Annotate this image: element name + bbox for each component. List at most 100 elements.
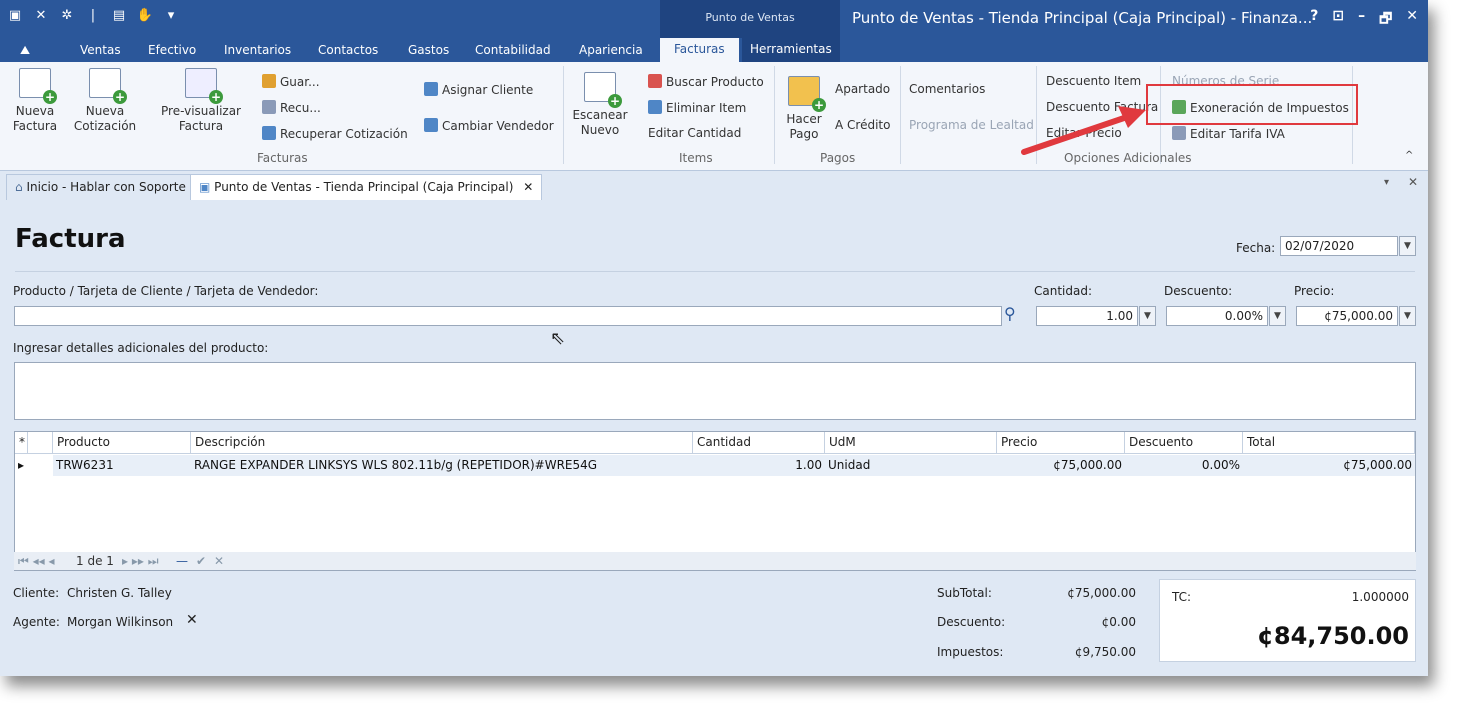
restore-button[interactable]: 🗗 bbox=[1379, 8, 1392, 32]
cell-udm[interactable]: Unidad bbox=[825, 455, 997, 476]
nav-add-icon[interactable]: — bbox=[176, 554, 188, 568]
escanear-nuevo-button[interactable]: Escanear Nuevo bbox=[572, 72, 628, 138]
cantidad-spin-icon[interactable]: ▼ bbox=[1139, 306, 1156, 326]
app-window: ▣ ✕ ✲ | ▤ ✋ ▾ Punto de Ventas Punto de V… bbox=[0, 0, 1428, 676]
pager-text: 1 de 1 bbox=[76, 554, 114, 568]
close-button[interactable]: ✕ bbox=[1406, 8, 1418, 32]
divider bbox=[15, 271, 1415, 272]
tab-herramientas[interactable]: Herramientas bbox=[742, 38, 840, 62]
editar-tarifa-label: Editar Tarifa IVA bbox=[1190, 127, 1285, 141]
tab-inicio[interactable]: ⌂ Inicio - Hablar con Soporte bbox=[6, 174, 195, 200]
editar-tarifa-iva-button[interactable]: Editar Tarifa IVA bbox=[1172, 126, 1285, 141]
remove-agent-icon[interactable]: ✕ bbox=[186, 612, 198, 628]
ribbon: Nueva Factura Nueva Cotización Pre-visua… bbox=[0, 62, 1428, 171]
descuento-item-button[interactable]: Descuento Item bbox=[1046, 74, 1141, 88]
producto-input[interactable] bbox=[14, 306, 1002, 326]
col-descuento[interactable]: Descuento bbox=[1125, 432, 1243, 454]
fecha-input[interactable]: 02/07/2020 bbox=[1280, 236, 1398, 256]
collapse-ribbon-icon[interactable]: ^ bbox=[1405, 150, 1413, 161]
tab-punto-de-ventas[interactable]: ▣ Punto de Ventas - Tienda Principal (Ca… bbox=[190, 174, 543, 200]
tab-pos-label: Punto de Ventas - Tienda Principal (Caja… bbox=[214, 180, 514, 194]
col-udm[interactable]: UdM bbox=[825, 432, 997, 454]
grid-indicator-header bbox=[28, 432, 53, 454]
tools-icon[interactable]: ✕ bbox=[32, 8, 50, 23]
descuento-label: Descuento: bbox=[1164, 284, 1233, 298]
cell-descripcion[interactable]: RANGE EXPANDER LINKSYS WLS 802.11b/g (RE… bbox=[191, 455, 693, 476]
hacer-pago-button[interactable]: Hacer Pago bbox=[784, 76, 826, 142]
precio-spin-icon[interactable]: ▼ bbox=[1399, 306, 1416, 326]
customize-qat-icon[interactable]: ▾ bbox=[162, 8, 180, 23]
recuperar-cotizacion-button[interactable]: Recuperar Cotización bbox=[262, 126, 408, 141]
close-tab-icon[interactable]: ✕ bbox=[523, 180, 533, 194]
assign-client-icon bbox=[424, 82, 438, 96]
invoice-form: Factura Fecha: 02/07/2020 ▼ Producto / T… bbox=[0, 200, 1428, 676]
col-total[interactable]: Total bbox=[1243, 432, 1415, 454]
a-credito-button[interactable]: A Crédito bbox=[835, 118, 890, 132]
ribbon-display-button[interactable]: ⊡ bbox=[1332, 8, 1344, 32]
nueva-cotizacion-label-2: Cotización bbox=[73, 119, 137, 133]
nueva-cotizacion-button[interactable]: Nueva Cotización bbox=[70, 68, 140, 134]
close-doc-icon[interactable]: ✕ bbox=[1408, 175, 1418, 189]
detalles-textarea[interactable] bbox=[14, 362, 1416, 420]
eliminar-item-button[interactable]: Eliminar Item bbox=[648, 100, 746, 115]
nav-first-icon[interactable]: ⏮ ◂◂ ◂ bbox=[18, 554, 55, 569]
nav-check-icon[interactable]: ✔ bbox=[196, 554, 206, 568]
tab-ventas[interactable]: Ventas bbox=[80, 43, 121, 57]
descuento-total-value: ¢0.00 bbox=[1101, 615, 1136, 629]
cantidad-input[interactable]: 1.00 bbox=[1036, 306, 1138, 326]
buscar-producto-button[interactable]: Buscar Producto bbox=[648, 74, 764, 89]
minimize-button[interactable]: – bbox=[1358, 8, 1365, 32]
comentarios-button[interactable]: Comentarios bbox=[909, 82, 985, 96]
cell-total[interactable]: ¢75,000.00 bbox=[1243, 455, 1415, 476]
app-menu-icon[interactable]: ▣ bbox=[6, 8, 24, 23]
quick-access-toolbar: ▣ ✕ ✲ | ▤ ✋ ▾ bbox=[6, 8, 180, 23]
separator-icon: | bbox=[90, 8, 96, 23]
tab-inventarios[interactable]: Inventarios bbox=[224, 43, 291, 57]
tab-facturas[interactable]: Facturas bbox=[660, 38, 739, 62]
recu-button[interactable]: Recu... bbox=[262, 100, 321, 115]
nueva-factura-button[interactable]: Nueva Factura bbox=[10, 68, 60, 134]
cell-cantidad[interactable]: 1.00 bbox=[693, 455, 825, 476]
tab-contabilidad[interactable]: Contabilidad bbox=[475, 43, 551, 57]
descuento-spin-icon[interactable]: ▼ bbox=[1269, 306, 1286, 326]
guardar-label: Guar... bbox=[280, 75, 320, 89]
tab-gastos[interactable]: Gastos bbox=[408, 43, 449, 57]
cell-precio[interactable]: ¢75,000.00 bbox=[997, 455, 1125, 476]
settings-icon[interactable]: ✲ bbox=[58, 8, 76, 23]
eliminar-item-label: Eliminar Item bbox=[666, 101, 747, 115]
nav-cancel-icon[interactable]: ✕ bbox=[214, 554, 224, 568]
previsualizar-label-2: Factura bbox=[178, 119, 224, 133]
previsualizar-button[interactable]: Pre-visualizar Factura bbox=[158, 68, 244, 134]
cliente-value: Christen G. Talley bbox=[67, 586, 172, 600]
print-icon[interactable]: ▤ bbox=[110, 8, 128, 23]
search-icon[interactable]: ⚲ bbox=[1004, 304, 1016, 323]
escanear-label-1: Escanear bbox=[572, 108, 628, 122]
descuento-input[interactable]: 0.00% bbox=[1166, 306, 1268, 326]
guardar-button[interactable]: Guar... bbox=[262, 74, 320, 89]
pagos-group-label: Pagos bbox=[820, 151, 856, 165]
tab-apariencia[interactable]: Apariencia bbox=[579, 43, 643, 57]
precio-input[interactable]: ¢75,000.00 bbox=[1296, 306, 1398, 326]
cell-producto[interactable]: TRW6231 bbox=[53, 455, 191, 476]
hand-icon[interactable]: ✋ bbox=[136, 8, 154, 23]
tab-list-icon[interactable]: ▾ bbox=[1384, 177, 1389, 188]
tab-efectivo[interactable]: Efectivo bbox=[148, 43, 196, 57]
total-box: TC: 1.000000 ¢84,750.00 bbox=[1159, 579, 1416, 662]
nav-next-icon[interactable]: ▸ ▸▸ ⏭ bbox=[122, 554, 159, 569]
help-button[interactable]: ? bbox=[1310, 8, 1318, 32]
cambiar-vendedor-button[interactable]: Cambiar Vendedor bbox=[424, 118, 554, 133]
col-producto[interactable]: Producto bbox=[53, 432, 191, 454]
fecha-dropdown-icon[interactable]: ▼ bbox=[1399, 236, 1416, 256]
col-precio[interactable]: Precio bbox=[997, 432, 1125, 454]
cell-descuento[interactable]: 0.00% bbox=[1125, 455, 1243, 476]
col-cantidad[interactable]: Cantidad bbox=[693, 432, 825, 454]
asignar-cliente-button[interactable]: Asignar Cliente bbox=[424, 82, 533, 97]
editar-cantidad-button[interactable]: Editar Cantidad bbox=[648, 126, 741, 140]
items-group-label: Items bbox=[679, 151, 713, 165]
file-tab-icon[interactable]: ⛰ bbox=[20, 43, 30, 58]
arrow-annotation-icon bbox=[1021, 106, 1146, 155]
home-icon: ⌂ bbox=[15, 180, 23, 194]
col-descripcion[interactable]: Descripción bbox=[191, 432, 693, 454]
tab-contactos[interactable]: Contactos bbox=[318, 43, 378, 57]
apartado-button[interactable]: Apartado bbox=[835, 82, 890, 96]
